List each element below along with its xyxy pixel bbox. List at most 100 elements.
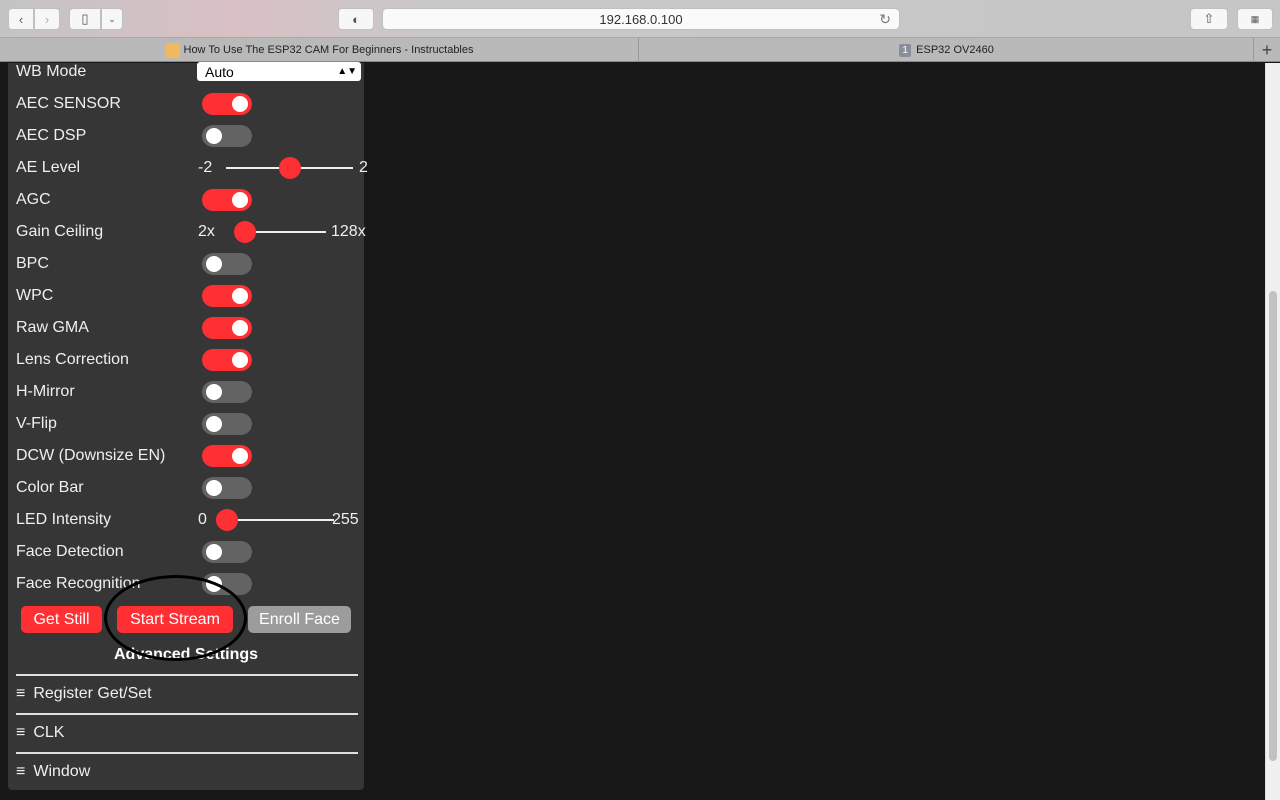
setting-label: H-Mirror [16, 383, 75, 400]
toggle-knob [206, 128, 222, 144]
toggle-switch[interactable] [202, 349, 252, 371]
toggle-knob [232, 96, 248, 112]
toggle-switch[interactable] [202, 477, 252, 499]
menu-icon: ≡ [16, 685, 26, 702]
section-window[interactable]: ≡ Window [16, 752, 358, 790]
setting-label: DCW (Downsize EN) [16, 447, 166, 464]
toggle-switch[interactable] [202, 317, 252, 339]
toggle-knob [206, 384, 222, 400]
setting-gain-ceiling: Gain Ceiling 2x 128x [16, 220, 366, 244]
advanced-settings-heading: Advanced Settings [113, 646, 259, 663]
section-clk[interactable]: ≡ CLK [16, 713, 358, 751]
setting-raw-gma: Raw GMA [16, 316, 356, 340]
setting-label: AE Level [16, 159, 81, 176]
tab-instructables[interactable]: How To Use The ESP32 CAM For Beginners -… [0, 38, 639, 62]
setting-label: Color Bar [16, 479, 84, 496]
get-still-button[interactable]: Get Still [21, 606, 102, 633]
toggle-switch[interactable] [202, 93, 252, 115]
toggle-knob [232, 192, 248, 208]
range-max: 255 [332, 511, 359, 528]
tab-bar: How To Use The ESP32 CAM For Beginners -… [0, 38, 1280, 62]
select-arrows-icon: ▲▼ [337, 66, 357, 77]
setting-label: Face Recognition [16, 575, 141, 592]
toggle-knob [232, 352, 248, 368]
shield-icon[interactable]: ◐ [338, 8, 374, 30]
toggle-switch[interactable] [202, 573, 252, 595]
wb-mode-select[interactable]: Auto ▲▼ [197, 62, 361, 81]
setting-wb-mode: WB Mode Auto ▲▼ [16, 60, 361, 84]
favicon-icon [164, 42, 180, 58]
setting-label: Lens Correction [16, 351, 129, 368]
setting-dcw-downsize-en: DCW (Downsize EN) [16, 444, 356, 468]
url-bar[interactable]: 192.168.0.100 ↻ [382, 8, 900, 30]
toggle-switch[interactable] [202, 253, 252, 275]
setting-label: Gain Ceiling [16, 223, 104, 240]
setting-bpc: BPC [16, 252, 356, 276]
slider-track[interactable] [224, 519, 334, 521]
setting-ae-level: AE Level -2 2 [16, 156, 368, 180]
setting-label: AEC SENSOR [16, 95, 121, 112]
setting-label: LED Intensity [16, 511, 112, 528]
toggle-knob [206, 416, 222, 432]
toggle-switch[interactable] [202, 381, 252, 403]
setting-face-recognition: Face Recognition [16, 572, 356, 596]
setting-label: V-Flip [16, 415, 57, 432]
tab-label: How To Use The ESP32 CAM For Beginners -… [183, 44, 474, 56]
back-button[interactable]: ‹ [8, 8, 34, 30]
range-min: 0 [198, 511, 207, 528]
new-tab-button[interactable]: + [1253, 38, 1280, 62]
toggle-knob [206, 576, 222, 592]
setting-label: Face Detection [16, 543, 124, 560]
toggle-switch[interactable] [202, 125, 252, 147]
toggle-switch[interactable] [202, 413, 252, 435]
tab-esp32[interactable]: 1 ESP32 OV2460 [640, 38, 1253, 62]
toggle-knob [232, 448, 248, 464]
sidebar-toggle-icon[interactable]: ▯ [69, 8, 101, 30]
toggle-knob [232, 320, 248, 336]
setting-agc: AGC [16, 188, 356, 212]
setting-aec-dsp: AEC DSP [16, 124, 356, 148]
menu-icon: ≡ [16, 763, 26, 780]
setting-lens-correction: Lens Correction [16, 348, 356, 372]
scrollbar-thumb[interactable] [1269, 291, 1277, 761]
toggle-knob [206, 480, 222, 496]
enroll-face-button[interactable]: Enroll Face [248, 606, 351, 633]
section-label: CLK [33, 724, 65, 741]
section-register[interactable]: ≡ Register Get/Set [16, 674, 358, 712]
scrollbar[interactable] [1265, 63, 1280, 800]
menu-icon: ≡ [16, 724, 26, 741]
setting-aec-sensor: AEC SENSOR [16, 92, 356, 116]
share-icon[interactable]: ⇧ [1190, 8, 1228, 30]
slider-thumb[interactable] [234, 221, 256, 243]
setting-label: AGC [16, 191, 51, 208]
toggle-knob [206, 256, 222, 272]
slider-thumb[interactable] [278, 157, 301, 179]
reload-icon[interactable]: ↻ [879, 11, 891, 28]
setting-label: WB Mode [16, 63, 87, 80]
toggle-switch[interactable] [202, 189, 252, 211]
toggle-switch[interactable] [202, 445, 252, 467]
toggle-switch[interactable] [202, 285, 252, 307]
chevron-down-icon[interactable]: ⌄ [101, 8, 123, 30]
range-min: -2 [198, 159, 213, 176]
toggle-knob [232, 288, 248, 304]
forward-button[interactable]: › [34, 8, 60, 30]
browser-toolbar: ‹ › ▯ ⌄ ◐ 192.168.0.100 ↻ ⇧ ▦ [0, 0, 1280, 38]
tab-badge: 1 [899, 43, 912, 57]
section-label: Register Get/Set [33, 685, 152, 702]
setting-led-intensity: LED Intensity 0 255 [16, 508, 359, 532]
toggle-knob [206, 544, 222, 560]
toggle-switch[interactable] [202, 541, 252, 563]
setting-wpc: WPC [16, 284, 356, 308]
select-value: Auto [205, 63, 234, 80]
slider-thumb[interactable] [216, 509, 238, 531]
setting-color-bar: Color Bar [16, 476, 356, 500]
tab-label: ESP32 OV2460 [916, 44, 994, 56]
setting-label: WPC [16, 287, 54, 304]
tab-overview-icon[interactable]: ▦ [1237, 8, 1273, 30]
setting-v-flip: V-Flip [16, 412, 356, 436]
start-stream-button[interactable]: Start Stream [117, 606, 233, 633]
setting-label: AEC DSP [16, 127, 87, 144]
setting-h-mirror: H-Mirror [16, 380, 356, 404]
range-min: 2x [198, 223, 215, 240]
